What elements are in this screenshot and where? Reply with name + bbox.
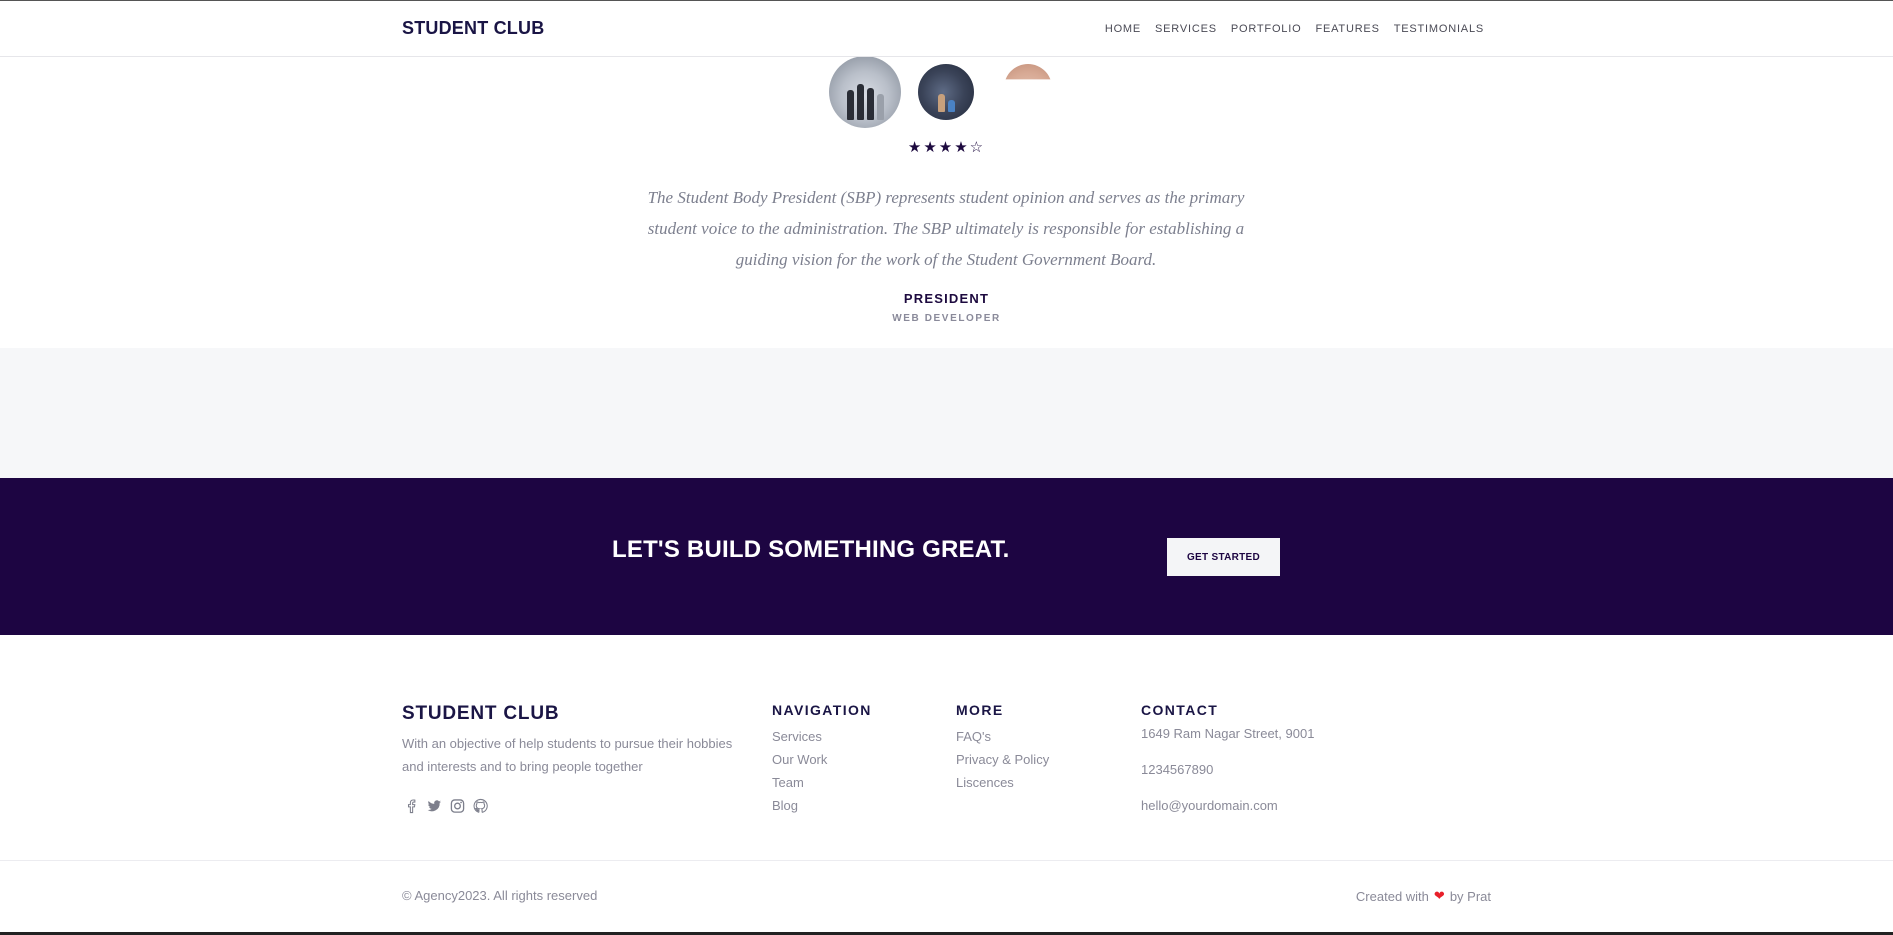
- nav-services[interactable]: SERVICES: [1155, 23, 1217, 35]
- nav-portfolio[interactable]: PORTFOLIO: [1231, 23, 1302, 35]
- social-links: [404, 798, 488, 814]
- testimonial-avatars: [829, 56, 1052, 128]
- contact-address: 1649 Ram Nagar Street, 9001: [1141, 726, 1315, 741]
- github-icon[interactable]: [473, 798, 488, 814]
- avatar-partial-photo[interactable]: [1004, 64, 1052, 80]
- footer-navigation-heading: NAVIGATION: [772, 702, 872, 718]
- footer-link-privacy-policy[interactable]: Privacy & Policy: [956, 748, 1049, 771]
- footer-navigation: NAVIGATION Services Our Work Team Blog: [772, 702, 872, 817]
- get-started-button[interactable]: GET STARTED: [1167, 538, 1280, 576]
- credit-text: Created with ❤ by Prat: [1356, 888, 1491, 904]
- facebook-icon[interactable]: [404, 798, 419, 814]
- nav-features[interactable]: FEATURES: [1315, 23, 1379, 35]
- heart-icon: ❤: [1433, 888, 1445, 903]
- footer-divider: [0, 860, 1893, 861]
- footer-more: MORE FAQ's Privacy & Policy Liscences: [956, 702, 1049, 794]
- twitter-icon[interactable]: [427, 798, 442, 814]
- avatar-meeting-photo[interactable]: [918, 64, 974, 120]
- footer-link-licences[interactable]: Liscences: [956, 771, 1049, 794]
- testimonial-quote: The Student Body President (SBP) represe…: [647, 188, 1245, 269]
- star-rating: ★★★★☆: [907, 139, 986, 156]
- footer-link-faqs[interactable]: FAQ's: [956, 725, 1049, 748]
- footer-link-team[interactable]: Team: [772, 771, 872, 794]
- footer-link-our-work[interactable]: Our Work: [772, 748, 872, 771]
- cta-title: LET'S BUILD SOMETHING GREAT.: [612, 536, 1010, 563]
- footer-contact: CONTACT 1649 Ram Nagar Street, 9001 1234…: [1141, 702, 1314, 833]
- testimonial-subrole: WEB DEVELOPER: [892, 313, 1001, 324]
- contact-phone[interactable]: 1234567890: [1141, 761, 1314, 779]
- credit-suffix: by Prat: [1449, 888, 1491, 904]
- instagram-icon[interactable]: [450, 798, 465, 814]
- footer-more-heading: MORE: [956, 702, 1004, 718]
- contact-email[interactable]: hello@yourdomain.com: [1141, 797, 1314, 815]
- testimonial-role: PRESIDENT: [903, 291, 990, 306]
- footer-link-services[interactable]: Services: [772, 725, 872, 748]
- footer-brand: STUDENT CLUB: [402, 703, 560, 724]
- avatar-group-photo[interactable]: [829, 56, 901, 128]
- empty-gray-section: [0, 348, 1893, 478]
- copyright-text: © Agency2023. All rights reserved: [402, 888, 598, 903]
- credit-prefix: Created with: [1355, 888, 1429, 904]
- top-navbar: STUDENT CLUB HOME SERVICES PORTFOLIO FEA…: [0, 0, 1893, 57]
- footer-description: With an objective of help students to pu…: [402, 736, 733, 774]
- nav-home[interactable]: HOME: [1105, 23, 1141, 35]
- brand-logo[interactable]: STUDENT CLUB: [402, 18, 544, 39]
- footer-link-blog[interactable]: Blog: [772, 794, 872, 817]
- cta-banner: LET'S BUILD SOMETHING GREAT. GET STARTED: [0, 478, 1893, 635]
- footer-contact-heading: CONTACT: [1141, 702, 1219, 718]
- main-nav: HOME SERVICES PORTFOLIO FEATURES TESTIMO…: [1105, 23, 1484, 35]
- nav-testimonials[interactable]: TESTIMONIALS: [1394, 23, 1484, 35]
